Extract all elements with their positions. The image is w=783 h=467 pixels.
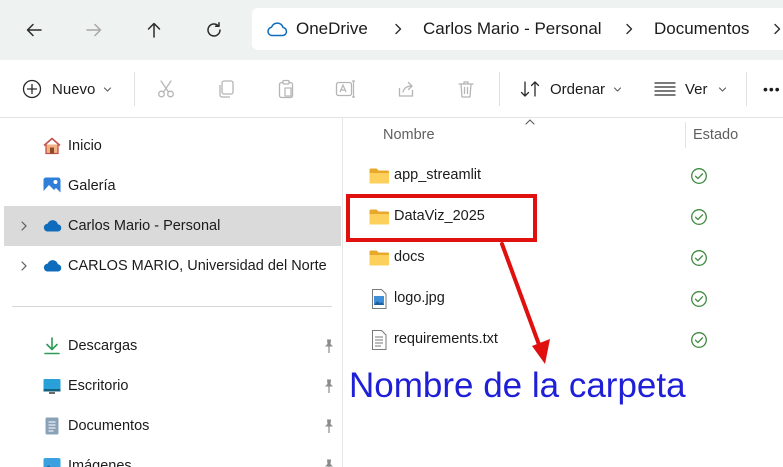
annotation-label: Nombre de la carpeta xyxy=(349,366,686,405)
